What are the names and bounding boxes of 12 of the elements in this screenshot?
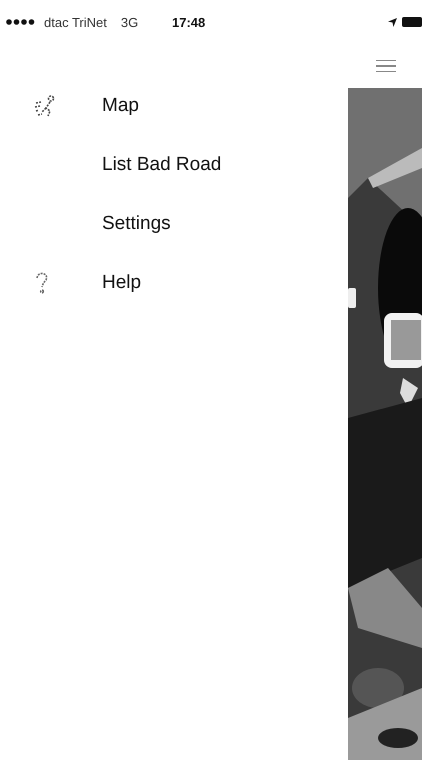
menu-item[interactable]: Help xyxy=(0,263,142,302)
battery-icon xyxy=(402,17,422,27)
location-arrow-icon xyxy=(388,18,397,26)
clock-time: 17:48 xyxy=(172,14,206,30)
menu-item[interactable]: Settings xyxy=(0,204,171,243)
carrier-name: dtac TriNet xyxy=(44,14,107,30)
question-mark-icon xyxy=(34,272,50,294)
menu-icon[interactable] xyxy=(374,58,398,74)
signal-icon xyxy=(6,19,36,25)
menu-item[interactable]: List Bad Road xyxy=(0,145,222,184)
menu-item[interactable]: Map xyxy=(0,86,139,125)
network-type: 3G xyxy=(120,14,138,30)
